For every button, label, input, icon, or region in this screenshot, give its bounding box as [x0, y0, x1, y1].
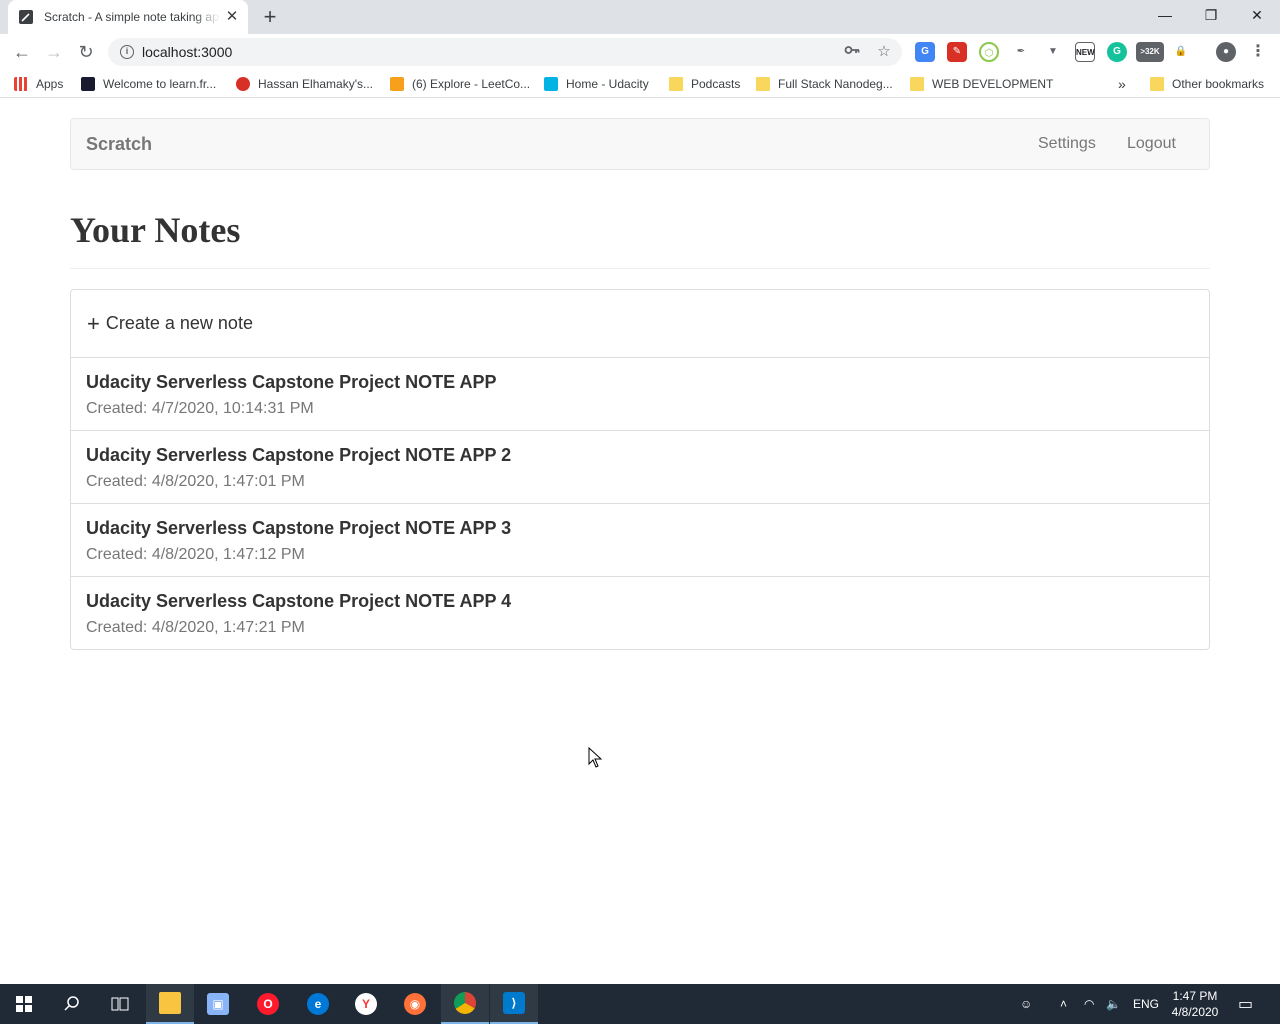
note-created: Created: 4/8/2020, 1:47:21 PM [86, 619, 305, 636]
v-extension-icon[interactable]: ▼ [1043, 42, 1063, 62]
notes-list: + Create a new note Udacity Serverless C… [70, 289, 1210, 650]
logout-link[interactable]: Logout [1127, 135, 1176, 153]
plus-icon: + [87, 310, 100, 336]
windows-taskbar: ▣ O e Y ◉ ⟩ ☺ ˄ ◠ 🔈 ENG 1:47 PM 4/8/2020… [0, 984, 1280, 1024]
gmail-badge-icon[interactable]: >32K [1136, 42, 1164, 62]
freecodecamp-icon [81, 77, 95, 91]
restore-button[interactable]: ❐ [1188, 0, 1234, 30]
create-note-button[interactable]: + Create a new note [71, 290, 1209, 358]
chevron-up-icon[interactable]: ˄ [1060, 984, 1067, 1024]
leetcode-icon [390, 77, 404, 91]
url-text[interactable]: localhost:3000 [142, 44, 232, 60]
close-window-button[interactable]: ✕ [1234, 0, 1280, 30]
news-extension-icon[interactable]: NEW [1075, 42, 1095, 62]
bookmark-fullstack[interactable]: Full Stack Nanodeg... [756, 76, 893, 92]
edge-icon[interactable]: e [294, 984, 342, 1024]
language-indicator[interactable]: ENG [1133, 984, 1159, 1024]
bookmarks-bar: Apps Welcome to learn.fr... Hassan Elham… [0, 70, 1280, 98]
back-arrow-icon[interactable]: ← [10, 40, 34, 64]
folder-icon [910, 77, 924, 91]
note-item[interactable]: Udacity Serverless Capstone Project NOTE… [71, 577, 1209, 649]
forward-arrow-icon[interactable]: → [42, 40, 66, 64]
page-title: Your Notes [70, 210, 241, 250]
windows-icon [16, 996, 32, 1012]
pin-extension-icon[interactable]: ✎ [947, 42, 967, 62]
opera-icon[interactable]: O [244, 984, 292, 1024]
clock-time: 1:47 PM [1172, 989, 1218, 1003]
minimize-button[interactable]: — [1142, 0, 1188, 30]
note-title: Udacity Serverless Capstone Project NOTE… [86, 518, 512, 538]
start-button[interactable] [0, 984, 48, 1024]
apps-grid-icon [14, 77, 28, 91]
grammarly-icon[interactable]: G [1107, 42, 1127, 62]
browser-tab-strip: Scratch - A simple note taking app ✕ + —… [0, 0, 1280, 34]
udacity-icon [544, 77, 558, 91]
star-icon[interactable]: ☆ [874, 42, 894, 62]
bookmark-other[interactable]: Other bookmarks [1150, 76, 1264, 92]
bookmarks-overflow-button[interactable]: » [1118, 76, 1126, 92]
address-bar[interactable]: i localhost:3000 ☆ [108, 38, 902, 66]
bookmark-podcasts[interactable]: Podcasts [669, 76, 740, 92]
app-navbar: Scratch Settings Logout [70, 118, 1210, 170]
search-icon[interactable] [48, 984, 96, 1024]
google-translate-icon[interactable]: G [915, 42, 935, 62]
note-created: Created: 4/7/2020, 10:14:31 PM [86, 400, 314, 417]
pencil-icon [18, 9, 34, 25]
folder-icon [669, 77, 683, 91]
brand-link[interactable]: Scratch [86, 134, 152, 155]
people-icon[interactable]: ☺ [1020, 984, 1032, 1024]
tab-title: Scratch - A simple note taking app [44, 10, 220, 24]
settings-link[interactable]: Settings [1038, 135, 1096, 153]
bookmark-learn[interactable]: Welcome to learn.fr... [81, 76, 216, 92]
clock[interactable]: 1:47 PM 4/8/2020 [1162, 988, 1228, 1020]
bookmark-udacity[interactable]: Home - Udacity [544, 76, 649, 92]
folder-icon [756, 77, 770, 91]
create-note-label: Create a new note [105, 313, 253, 333]
bookmark-leetcode[interactable]: (6) Explore - LeetCo... [390, 76, 530, 92]
firefox-icon[interactable]: ◉ [391, 984, 439, 1024]
reload-icon[interactable]: ↻ [74, 40, 98, 64]
clock-date: 4/8/2020 [1171, 1005, 1219, 1019]
vscode-icon[interactable]: ⟩ [490, 984, 538, 1024]
key-icon[interactable] [842, 42, 862, 62]
note-item[interactable]: Udacity Serverless Capstone Project NOTE… [71, 358, 1209, 431]
notification-icon[interactable]: ▭ [1238, 984, 1253, 1024]
yandex-icon[interactable]: Y [342, 984, 390, 1024]
task-view-icon[interactable] [96, 984, 144, 1024]
note-title: Udacity Serverless Capstone Project NOTE… [86, 591, 512, 611]
lock-extension-icon[interactable]: 🔒 [1171, 42, 1191, 62]
file-explorer-icon[interactable] [146, 984, 194, 1024]
virtualbox-icon[interactable]: ▣ [194, 984, 242, 1024]
folder-icon [1150, 77, 1164, 91]
eyedropper-icon[interactable]: ✒ [1011, 42, 1031, 62]
bookmark-webdev[interactable]: WEB DEVELOPMENT [910, 76, 1053, 92]
nodejs-extension-icon[interactable]: ⬡ [979, 42, 999, 62]
browser-toolbar: ← → ↻ i localhost:3000 ☆ G ✎ ⬡ ✒ ▼ NEW G… [0, 34, 1280, 70]
info-icon[interactable]: i [120, 45, 134, 59]
chrome-icon[interactable] [441, 984, 489, 1024]
page-header: Your Notes [70, 206, 1210, 269]
close-tab-icon[interactable]: ✕ [224, 9, 240, 25]
new-tab-button[interactable]: + [258, 5, 282, 29]
note-title: Udacity Serverless Capstone Project NOTE… [86, 445, 512, 465]
note-title: Udacity Serverless Capstone Project NOTE… [86, 372, 497, 392]
hassan-site-icon [236, 77, 250, 91]
bookmark-hassan[interactable]: Hassan Elhamaky's... [236, 76, 373, 92]
browser-tab[interactable]: Scratch - A simple note taking app ✕ [8, 0, 248, 34]
note-created: Created: 4/8/2020, 1:47:12 PM [86, 546, 305, 563]
menu-icon[interactable]: ⋮ [1248, 42, 1268, 62]
wifi-icon[interactable]: ◠ [1084, 984, 1094, 1024]
profile-avatar[interactable]: ● [1216, 42, 1236, 62]
note-item[interactable]: Udacity Serverless Capstone Project NOTE… [71, 504, 1209, 577]
volume-icon[interactable]: 🔈 [1106, 984, 1121, 1024]
bookmark-apps[interactable]: Apps [14, 76, 63, 92]
note-item[interactable]: Udacity Serverless Capstone Project NOTE… [71, 431, 1209, 504]
note-created: Created: 4/8/2020, 1:47:01 PM [86, 473, 305, 490]
